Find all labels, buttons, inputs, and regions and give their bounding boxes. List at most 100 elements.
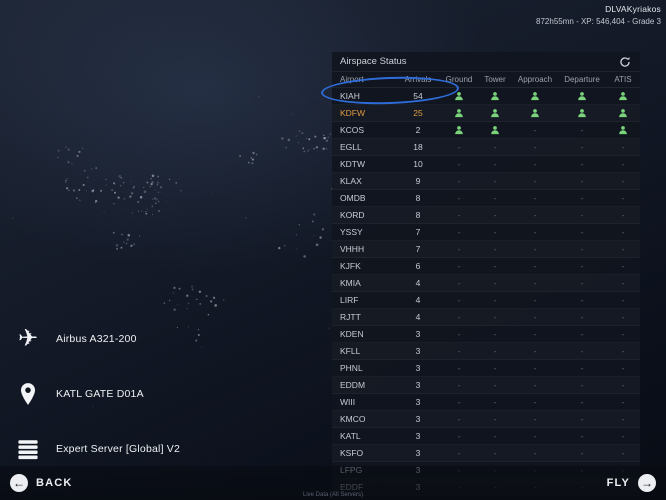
table-row[interactable]: RJTT 4 - - - - - [332, 309, 640, 326]
facility-status-ground: - [440, 329, 478, 339]
table-row[interactable]: KMIA 4 - - - - - [332, 275, 640, 292]
airport-code: KSFO [332, 448, 396, 458]
arrivals-count: 3 [396, 329, 440, 339]
table-row[interactable]: KDTW 10 - - - - - [332, 156, 640, 173]
table-row[interactable]: OMDB 8 - - - - - [332, 190, 640, 207]
controller-active-icon [490, 91, 500, 101]
controller-active-icon [530, 91, 540, 101]
facility-status-tower: - [478, 278, 512, 288]
table-row[interactable]: EDDM 3 - - - - - [332, 377, 640, 394]
airport-code: KCOS [332, 125, 396, 135]
facility-status-tower: - [478, 329, 512, 339]
facility-status-tower: - [478, 176, 512, 186]
table-row[interactable]: KORD 8 - - - - - [332, 207, 640, 224]
facility-status-atis: - [606, 363, 640, 373]
controller-active-icon [577, 108, 587, 118]
table-row[interactable]: KDFW 25 [332, 105, 640, 122]
facility-status-approach: - [512, 397, 558, 407]
facility-status-tower: - [478, 295, 512, 305]
facility-status-approach: - [512, 227, 558, 237]
facility-status-atis: - [606, 244, 640, 254]
facility-status-ground: - [440, 346, 478, 356]
facility-status-departure: - [558, 346, 606, 356]
table-row[interactable]: KFLL 3 - - - - - [332, 343, 640, 360]
table-row[interactable]: KLAX 9 - - - - - [332, 173, 640, 190]
arrivals-count: 4 [396, 312, 440, 322]
facility-status-ground: - [440, 380, 478, 390]
controller-active-icon [454, 125, 464, 135]
arrivals-count: 3 [396, 346, 440, 356]
gate-selector[interactable]: KATL GATE D01A [10, 379, 144, 409]
table-row[interactable]: KJFK 6 - - - - - [332, 258, 640, 275]
facility-status-tower: - [478, 397, 512, 407]
server-label: Expert Server [Global] V2 [56, 443, 180, 455]
gate-label: KATL GATE D01A [56, 388, 144, 400]
facility-status-ground: - [440, 312, 478, 322]
airport-code: WIII [332, 397, 396, 407]
airport-code: PHNL [332, 363, 396, 373]
table-row[interactable]: KIAH 54 [332, 88, 640, 105]
fly-label: FLY [607, 477, 630, 489]
table-row[interactable]: YSSY 7 - - - - - [332, 224, 640, 241]
facility-status-atis: - [606, 312, 640, 322]
username: DLVAKyriakos [536, 4, 661, 14]
airport-code: KDTW [332, 159, 396, 169]
facility-status-ground: - [440, 244, 478, 254]
table-row[interactable]: KDEN 3 - - - - - [332, 326, 640, 343]
facility-status-atis: - [606, 261, 640, 271]
table-row[interactable]: EGLL 18 - - - - - [332, 139, 640, 156]
facility-status-tower: - [478, 244, 512, 254]
controller-active-icon [618, 125, 628, 135]
table-row[interactable]: WIII 3 - - - - - [332, 394, 640, 411]
facility-status-approach [512, 108, 558, 119]
aircraft-selector[interactable]: ✈ Airbus A321-200 [10, 324, 137, 354]
facility-status-departure: - [558, 125, 606, 135]
arrow-left-icon: ← [10, 474, 28, 492]
facility-status-atis: - [606, 227, 640, 237]
arrivals-count: 54 [396, 91, 440, 101]
facility-status-departure: - [558, 414, 606, 424]
arrivals-count: 7 [396, 244, 440, 254]
table-row[interactable]: VHHH 7 - - - - - [332, 241, 640, 258]
facility-status-ground [440, 125, 478, 136]
arrivals-count: 7 [396, 227, 440, 237]
facility-status-atis: - [606, 346, 640, 356]
facility-status-departure: - [558, 210, 606, 220]
facility-status-ground [440, 91, 478, 102]
arrivals-count: 25 [396, 108, 440, 118]
airspace-panel-title: Airspace Status [340, 56, 407, 67]
facility-status-atis: - [606, 448, 640, 458]
facility-status-tower: - [478, 312, 512, 322]
facility-status-tower: - [478, 210, 512, 220]
facility-status-departure: - [558, 244, 606, 254]
arrivals-count: 3 [396, 363, 440, 373]
facility-status-approach: - [512, 312, 558, 322]
arrivals-count: 6 [396, 261, 440, 271]
facility-status-approach: - [512, 125, 558, 135]
fly-button[interactable]: FLY → [607, 474, 656, 492]
table-row[interactable]: LIRF 4 - - - - - [332, 292, 640, 309]
refresh-button[interactable] [618, 55, 632, 69]
arrow-right-icon: → [638, 474, 656, 492]
facility-status-approach: - [512, 431, 558, 441]
facility-status-atis: - [606, 295, 640, 305]
table-row[interactable]: KMCO 3 - - - - - [332, 411, 640, 428]
col-header-tower: Tower [478, 75, 512, 84]
facility-status-departure [558, 108, 606, 119]
back-button[interactable]: ← BACK [10, 474, 73, 492]
table-header-row: Airport Arrivals Ground Tower Approach D… [332, 72, 640, 88]
server-selector[interactable]: Expert Server [Global] V2 [10, 434, 180, 464]
table-row[interactable]: PHNL 3 - - - - - [332, 360, 640, 377]
table-row[interactable]: KCOS 2 - - [332, 122, 640, 139]
aircraft-label: Airbus A321-200 [56, 333, 137, 345]
facility-status-departure: - [558, 363, 606, 373]
facility-status-departure: - [558, 448, 606, 458]
refresh-icon [619, 56, 631, 68]
table-row[interactable]: KATL 3 - - - - - [332, 428, 640, 445]
table-row[interactable]: KSFO 3 - - - - - [332, 445, 640, 462]
facility-status-departure: - [558, 142, 606, 152]
facility-status-tower: - [478, 227, 512, 237]
controller-active-icon [618, 91, 628, 101]
server-icon [10, 437, 46, 461]
facility-status-tower [478, 91, 512, 102]
